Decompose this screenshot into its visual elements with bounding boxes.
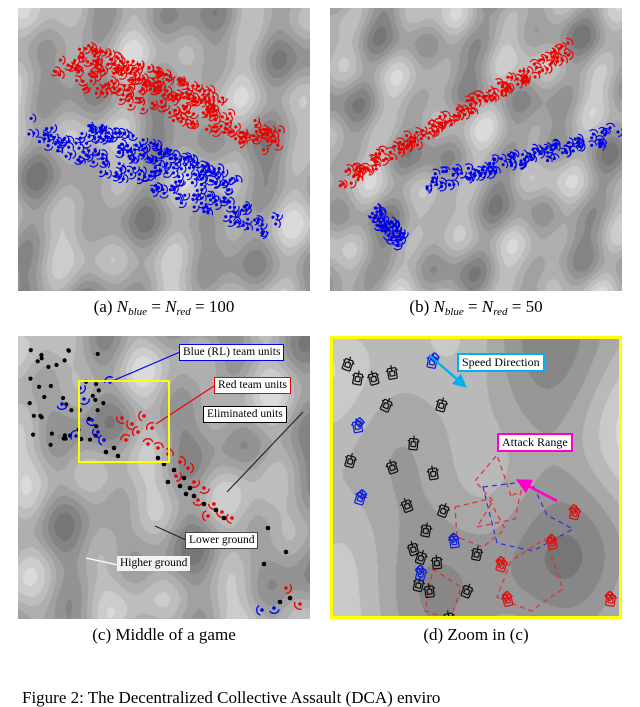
- panel-c-plot: Blue (RL) team units Red team units Elim…: [18, 336, 310, 619]
- panel-b-caption: (b) Nblue = Nred = 50: [409, 297, 543, 319]
- callout-blue-team-units: Blue (RL) team units: [179, 344, 285, 361]
- callout-red-team-units: Red team units: [214, 377, 291, 394]
- figure-bottom-caption: Figure 2: The Decentralized Collective A…: [22, 688, 441, 707]
- zoom-selection-box[interactable]: [78, 380, 170, 463]
- callout-eliminated-units: Eliminated units: [203, 406, 287, 423]
- panel-a: (a) Nblue = Nred = 100: [18, 8, 310, 318]
- panel-b: (b) Nblue = Nred = 50: [330, 8, 622, 318]
- panel-d-caption: (d) Zoom in (c): [423, 625, 529, 644]
- panel-d: Speed Direction Attack Range (d) Zoom in…: [330, 336, 622, 644]
- callout-lower-ground: Lower ground: [185, 532, 259, 549]
- annotation-arrows-d: [333, 339, 619, 616]
- panel-d-plot: Speed Direction Attack Range: [330, 336, 622, 619]
- callout-higher-ground: Higher ground: [117, 556, 191, 571]
- panel-a-plot: [18, 8, 310, 291]
- panel-c: Blue (RL) team units Red team units Elim…: [18, 336, 310, 644]
- figure-panel-grid: (a) Nblue = Nred = 100 (b) Nblue = Nred …: [0, 0, 640, 680]
- panel-b-plot: [330, 8, 622, 291]
- unit-markers-a: [18, 8, 310, 291]
- callout-speed-direction: Speed Direction: [457, 353, 545, 373]
- panel-a-caption: (a) Nblue = Nred = 100: [93, 297, 235, 319]
- panel-c-caption: (c) Middle of a game: [92, 625, 236, 644]
- unit-markers-b: [330, 8, 622, 291]
- callout-attack-range: Attack Range: [497, 433, 573, 453]
